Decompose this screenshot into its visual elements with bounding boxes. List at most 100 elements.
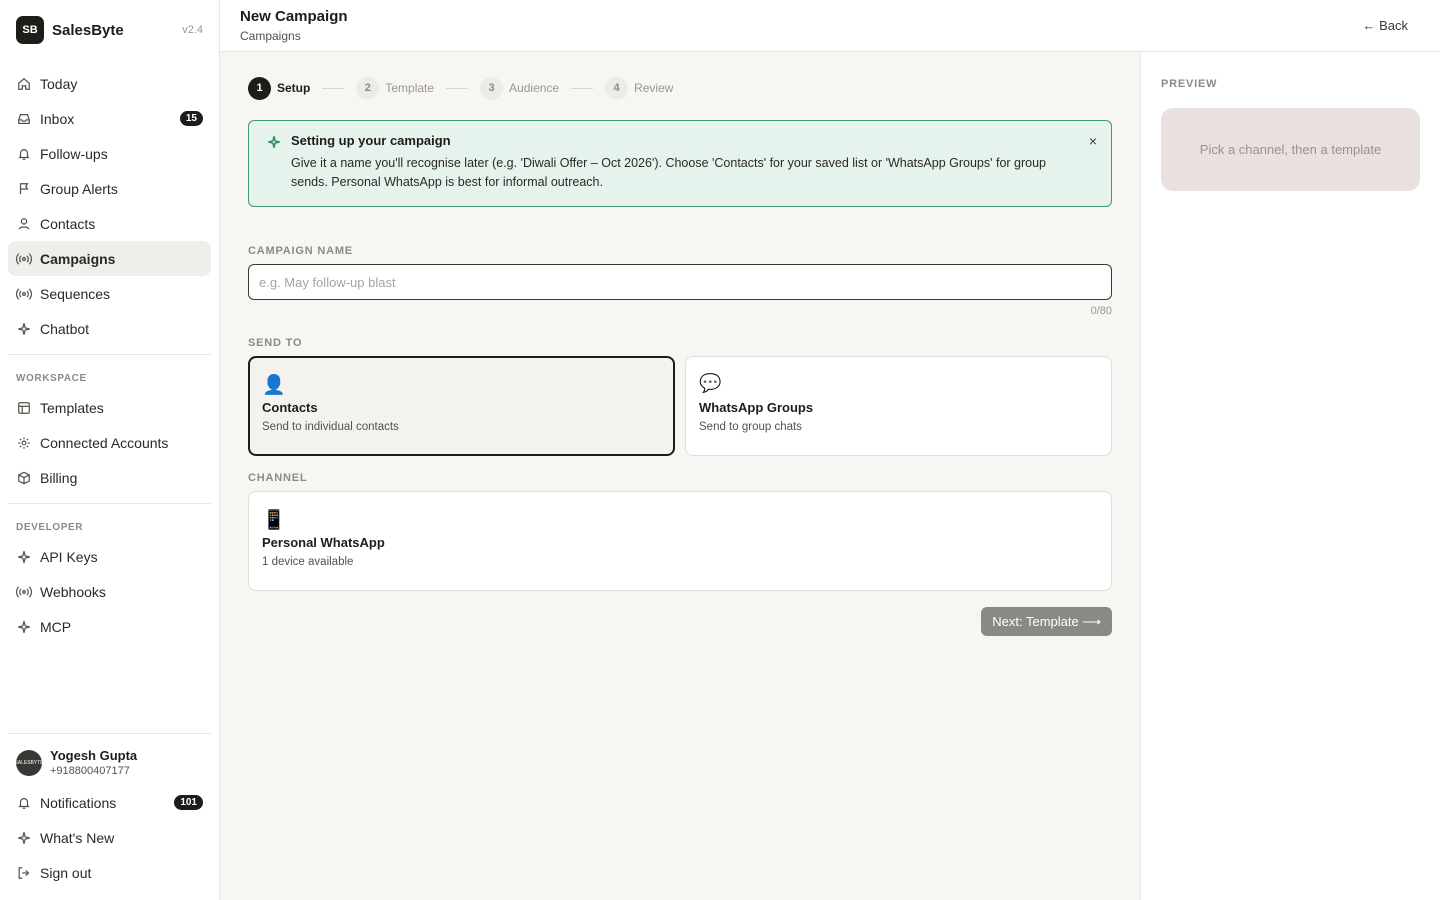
step-setup[interactable]: 1 Setup xyxy=(248,76,311,100)
sidebar-item-api-keys[interactable]: API Keys xyxy=(8,539,211,574)
campaign-name-label: CAMPAIGN NAME xyxy=(248,245,353,257)
channel-label: CHANNEL xyxy=(248,472,308,484)
close-icon[interactable]: × xyxy=(1089,133,1097,149)
step-label: Audience xyxy=(509,81,560,95)
sign-out-icon xyxy=(16,865,32,881)
next-template-button[interactable]: Next: Template ⟶ xyxy=(981,607,1112,636)
box-icon xyxy=(16,470,32,486)
sidebar-item-label: Templates xyxy=(40,399,104,416)
gear-icon xyxy=(16,435,32,451)
app-shell: SB SalesByte v2.4 Today Inbox 15 Follow-… xyxy=(0,0,1440,900)
step-number: 1 xyxy=(248,76,271,100)
preview-placeholder: Pick a channel, then a template xyxy=(1161,108,1420,191)
sidebar-item-contacts[interactable]: Contacts xyxy=(8,206,211,241)
sidebar-item-label: MCP xyxy=(40,618,72,635)
sidebar-item-campaigns[interactable]: Campaigns xyxy=(8,241,211,276)
broadcast-icon xyxy=(16,286,32,302)
inbox-count-badge: 15 xyxy=(179,111,203,126)
sidebar-item-group-alerts[interactable]: Group Alerts xyxy=(8,171,211,206)
info-banner: Setting up your campaign Give it a name … xyxy=(248,120,1112,207)
divider xyxy=(8,354,211,355)
send-to-whatsapp-groups-card[interactable]: 💬 WhatsApp Groups Send to group chats xyxy=(685,356,1112,456)
sidebar-item-label: What's New xyxy=(40,829,115,846)
stepper: 1 Setup 2 Template 3 Audience 4 Review xyxy=(248,76,1112,100)
campaign-form: 1 Setup 2 Template 3 Audience 4 Review S… xyxy=(220,52,1140,900)
sidebar-item-label: Campaigns xyxy=(40,250,116,267)
card-title: Personal WhatsApp xyxy=(262,535,385,550)
sidebar-item-connected-accounts[interactable]: Connected Accounts xyxy=(8,425,211,460)
section-label-workspace: WORKSPACE xyxy=(16,373,87,384)
phone-icon: 📱 xyxy=(262,510,286,531)
step-audience[interactable]: 3 Audience xyxy=(480,76,560,100)
notifications-count-badge: 101 xyxy=(174,795,203,810)
char-counter: 0/80 xyxy=(1090,305,1112,317)
sidebar-item-notifications[interactable]: Notifications 101 xyxy=(8,785,211,820)
sidebar-item-label: Inbox xyxy=(40,110,75,127)
preview-panel: PREVIEW Pick a channel, then a template xyxy=(1140,52,1440,900)
back-button[interactable]: ← Back xyxy=(1362,18,1408,33)
step-template[interactable]: 2 Template xyxy=(356,76,435,100)
title-block: New Campaign Campaigns xyxy=(240,8,348,43)
main-area: New Campaign Campaigns ← Back 1 Setup 2 … xyxy=(220,0,1440,900)
sidebar-item-chatbot[interactable]: Chatbot xyxy=(8,311,211,346)
user-phone: +918800407177 xyxy=(50,765,130,777)
sidebar-item-label: Connected Accounts xyxy=(40,434,169,451)
sidebar-item-inbox[interactable]: Inbox 15 xyxy=(8,101,211,136)
sidebar-item-label: Today xyxy=(40,75,78,92)
sidebar-item-mcp[interactable]: MCP xyxy=(8,609,211,644)
divider xyxy=(8,733,211,734)
sidebar-item-label: Notifications xyxy=(40,794,117,811)
sidebar-item-sequences[interactable]: Sequences xyxy=(8,276,211,311)
broadcast-icon xyxy=(16,251,32,267)
step-label: Setup xyxy=(277,81,311,95)
divider xyxy=(8,503,211,504)
preview-label: PREVIEW xyxy=(1161,78,1218,90)
brand-name: SalesByte xyxy=(52,21,124,39)
step-number: 4 xyxy=(605,76,629,100)
user-info: Yogesh Gupta +918800407177 xyxy=(50,748,137,777)
section-label-developer: DEVELOPER xyxy=(16,522,84,533)
step-review[interactable]: 4 Review xyxy=(605,76,673,100)
sparkle-icon xyxy=(16,321,32,337)
step-label: Template xyxy=(385,81,435,95)
page-title: New Campaign xyxy=(240,8,348,25)
sidebar-item-today[interactable]: Today xyxy=(8,66,211,101)
step-connector xyxy=(571,87,594,89)
home-icon xyxy=(16,76,32,92)
info-title: Setting up your campaign xyxy=(291,133,451,148)
sparkle-icon xyxy=(16,549,32,565)
sidebar-item-templates[interactable]: Templates xyxy=(8,390,211,425)
sidebar-item-billing[interactable]: Billing xyxy=(8,460,211,495)
inbox-icon xyxy=(16,111,32,127)
brand-logo: SB xyxy=(16,16,44,44)
bell-icon xyxy=(16,795,32,811)
sidebar-item-label: Webhooks xyxy=(40,583,106,600)
brand[interactable]: SB SalesByte v2.4 xyxy=(8,0,211,60)
sidebar-item-webhooks[interactable]: Webhooks xyxy=(8,574,211,609)
card-subtitle: Send to group chats xyxy=(699,421,802,433)
sidebar-item-whats-new[interactable]: What's New xyxy=(8,820,211,855)
form-actions: Next: Template ⟶ xyxy=(248,607,1112,636)
sidebar-item-follow-ups[interactable]: Follow-ups xyxy=(8,136,211,171)
channel-personal-whatsapp-card[interactable]: 📱 Personal WhatsApp 1 device available xyxy=(248,491,1112,591)
card-title: WhatsApp Groups xyxy=(699,400,814,415)
sidebar-item-label: Sign out xyxy=(40,864,92,881)
sidebar: SB SalesByte v2.4 Today Inbox 15 Follow-… xyxy=(0,0,220,900)
avatar: SALESBYTE xyxy=(14,749,44,776)
sidebar-item-label: Billing xyxy=(40,469,78,486)
sidebar-item-label: API Keys xyxy=(40,548,98,565)
user-profile[interactable]: SALESBYTE Yogesh Gupta +918800407177 xyxy=(8,742,211,785)
sparkle-icon xyxy=(267,135,281,152)
breadcrumb[interactable]: Campaigns xyxy=(240,29,348,43)
sidebar-item-sign-out[interactable]: Sign out xyxy=(8,855,211,890)
card-subtitle: Send to individual contacts xyxy=(262,421,399,433)
sidebar-item-label: Contacts xyxy=(40,215,96,232)
card-subtitle: 1 device available xyxy=(262,556,354,568)
app-version: v2.4 xyxy=(182,24,203,36)
bell-icon xyxy=(16,146,32,162)
info-text: Give it a name you'll recognise later (e… xyxy=(291,156,1047,189)
campaign-name-input[interactable] xyxy=(248,264,1112,300)
step-connector xyxy=(322,87,345,89)
send-to-contacts-card[interactable]: 👤 Contacts Send to individual contacts xyxy=(248,356,675,456)
sidebar-item-label: Chatbot xyxy=(40,320,90,337)
